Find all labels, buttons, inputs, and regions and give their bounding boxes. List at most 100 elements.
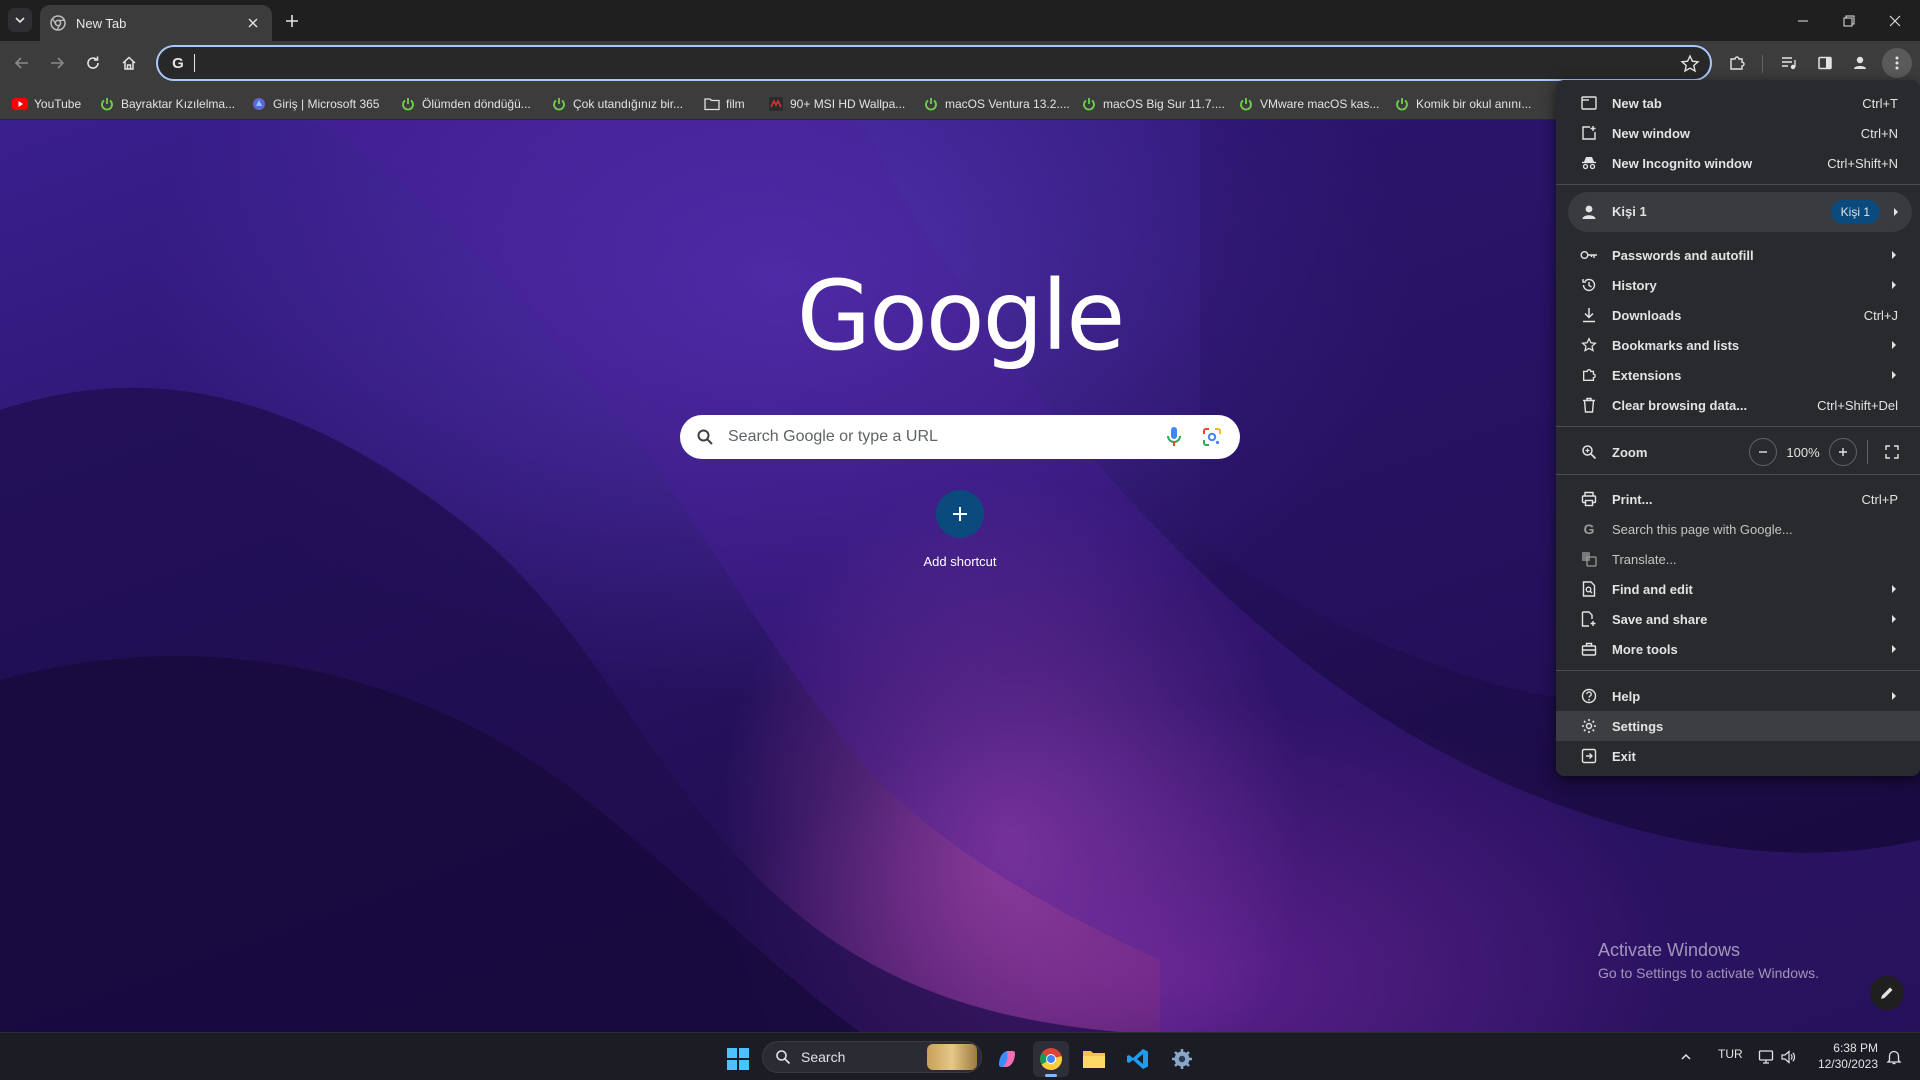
taskbar-file-explorer[interactable]: [1076, 1041, 1112, 1077]
restore-button[interactable]: [1826, 0, 1872, 41]
google-lens-icon[interactable]: [1200, 425, 1224, 449]
menu-search-page-google[interactable]: G Search this page with Google...: [1556, 514, 1920, 544]
playlist-icon: [1782, 57, 1796, 70]
search-icon: [697, 429, 713, 445]
menu-new-window[interactable]: New window Ctrl+N: [1556, 118, 1920, 148]
bookmark-folder-film[interactable]: film: [704, 94, 745, 114]
ntp-search-placeholder: Search Google or type a URL: [728, 428, 938, 445]
arrow-right-icon: [51, 57, 65, 69]
find-document-icon: [1580, 580, 1598, 598]
taskbar-vscode[interactable]: [1120, 1041, 1156, 1077]
bookmark-youtube[interactable]: YouTube: [12, 94, 81, 114]
ntp-search-box[interactable]: Search Google or type a URL: [680, 415, 1240, 459]
menu-settings[interactable]: Settings: [1556, 711, 1920, 741]
activate-windows-watermark: Activate Windows Go to Settings to activ…: [1598, 940, 1819, 981]
menu-history[interactable]: History: [1556, 270, 1920, 300]
customize-chrome-button[interactable]: [1870, 976, 1904, 1010]
menu-label: Downloads: [1612, 307, 1682, 323]
close-window-button[interactable]: [1872, 0, 1918, 41]
forward-button[interactable]: [42, 48, 72, 78]
notifications-button[interactable]: [1880, 1043, 1908, 1071]
menu-extensions[interactable]: Extensions: [1556, 360, 1920, 390]
printer-icon: [1580, 490, 1598, 508]
input-language[interactable]: TUR: [1718, 1047, 1743, 1061]
bookmark-macos-big-sur[interactable]: macOS Big Sur 11.7....: [1081, 94, 1225, 114]
menu-separator: [1556, 670, 1920, 671]
bookmark-olumden[interactable]: Ölümden döndüğü...: [400, 94, 531, 114]
minimize-button[interactable]: [1780, 0, 1826, 41]
taskbar-chrome[interactable]: [1033, 1041, 1069, 1077]
menu-clear-browsing-data[interactable]: Clear browsing data... Ctrl+Shift+Del: [1556, 390, 1920, 420]
clock-time: 6:38 PM: [1833, 1041, 1878, 1055]
star-icon[interactable]: [1680, 54, 1700, 74]
microphone-icon[interactable]: [1162, 425, 1186, 449]
zoom-out-button[interactable]: [1749, 438, 1777, 466]
address-bar[interactable]: G: [156, 45, 1712, 81]
menu-label: Print...: [1612, 491, 1653, 507]
help-icon: [1580, 687, 1598, 705]
menu-more-tools[interactable]: More tools: [1556, 634, 1920, 664]
close-tab-icon[interactable]: [244, 14, 262, 32]
tab-strip: New Tab: [0, 0, 1920, 41]
bookmark-vmware-macos[interactable]: VMware macOS kas...: [1238, 94, 1379, 114]
pencil-icon: [1881, 987, 1893, 999]
menu-exit[interactable]: Exit: [1556, 741, 1920, 771]
menu-bookmarks-lists[interactable]: Bookmarks and lists: [1556, 330, 1920, 360]
media-controls-button[interactable]: [1774, 48, 1804, 78]
bookmark-macos-ventura[interactable]: macOS Ventura 13.2....: [923, 94, 1070, 114]
menu-new-tab[interactable]: New tab Ctrl+T: [1556, 88, 1920, 118]
extensions-button[interactable]: [1722, 48, 1752, 78]
home-button[interactable]: [114, 48, 144, 78]
menu-label: Search this page with Google...: [1612, 521, 1793, 537]
chrome-icon: [1040, 1048, 1062, 1071]
fullscreen-button[interactable]: [1878, 438, 1906, 466]
taskbar-copilot[interactable]: [989, 1041, 1025, 1077]
home-icon: [122, 56, 136, 70]
exit-icon: [1580, 747, 1598, 765]
start-button[interactable]: [720, 1041, 756, 1077]
menu-label: Passwords and autofill: [1612, 247, 1754, 263]
profile-button[interactable]: [1845, 48, 1875, 78]
bookmark-microsoft365[interactable]: Giriş | Microsoft 365: [251, 94, 379, 114]
key-icon: [1580, 246, 1598, 264]
bookmark-bayraktar[interactable]: Bayraktar Kızılelma...: [99, 94, 235, 114]
taskbar-clock[interactable]: 6:38 PM 12/30/2023: [1808, 1040, 1878, 1072]
menu-find-edit[interactable]: Find and edit: [1556, 574, 1920, 604]
add-shortcut[interactable]: Add shortcut: [910, 490, 1010, 569]
menu-print[interactable]: Print... Ctrl+P: [1556, 484, 1920, 514]
menu-label: Bookmarks and lists: [1612, 337, 1740, 353]
bookmark-msi-wallpaper[interactable]: 90+ MSI HD Wallpa...: [768, 94, 905, 114]
chrome-icon: [50, 15, 66, 31]
restore-icon: [1843, 15, 1855, 26]
back-button[interactable]: [7, 48, 37, 78]
gear-icon: [1580, 717, 1598, 735]
tab-search-button[interactable]: [8, 8, 32, 32]
menu-label: Clear browsing data...: [1612, 397, 1748, 413]
taskbar-search[interactable]: Search: [762, 1041, 982, 1073]
power-icon: [1081, 96, 1097, 112]
volume-button[interactable]: [1774, 1043, 1802, 1071]
new-tab-button[interactable]: [280, 9, 304, 33]
reload-button[interactable]: [78, 48, 108, 78]
tab-new-tab[interactable]: New Tab: [40, 5, 272, 41]
bookmark-komik-okul[interactable]: Komik bir okul anını...: [1394, 94, 1531, 114]
menu-label: New window: [1612, 125, 1690, 141]
side-panel-button[interactable]: [1810, 48, 1840, 78]
menu-help[interactable]: Help: [1556, 681, 1920, 711]
zoom-in-button[interactable]: [1829, 438, 1857, 466]
menu-label: New tab: [1612, 95, 1662, 111]
taskbar-settings[interactable]: [1164, 1041, 1200, 1077]
msi-icon: [768, 96, 784, 112]
menu-save-share[interactable]: Save and share: [1556, 604, 1920, 634]
bookmark-cok-utandiginiz[interactable]: Çok utandığınız bir...: [551, 94, 683, 114]
show-hidden-icons-button[interactable]: [1672, 1043, 1700, 1071]
menu-profile[interactable]: Kişi 1 Kişi 1: [1568, 192, 1912, 232]
menu-passwords[interactable]: Passwords and autofill: [1556, 240, 1920, 270]
menu-label: New Incognito window: [1612, 155, 1753, 171]
menu-new-incognito[interactable]: New Incognito window Ctrl+Shift+N: [1556, 148, 1920, 178]
menu-downloads[interactable]: Downloads Ctrl+J: [1556, 300, 1920, 330]
add-shortcut-button[interactable]: [936, 490, 984, 538]
chrome-menu-button[interactable]: [1882, 48, 1912, 78]
menu-translate[interactable]: Translate...: [1556, 544, 1920, 574]
menu-label: More tools: [1612, 641, 1678, 657]
